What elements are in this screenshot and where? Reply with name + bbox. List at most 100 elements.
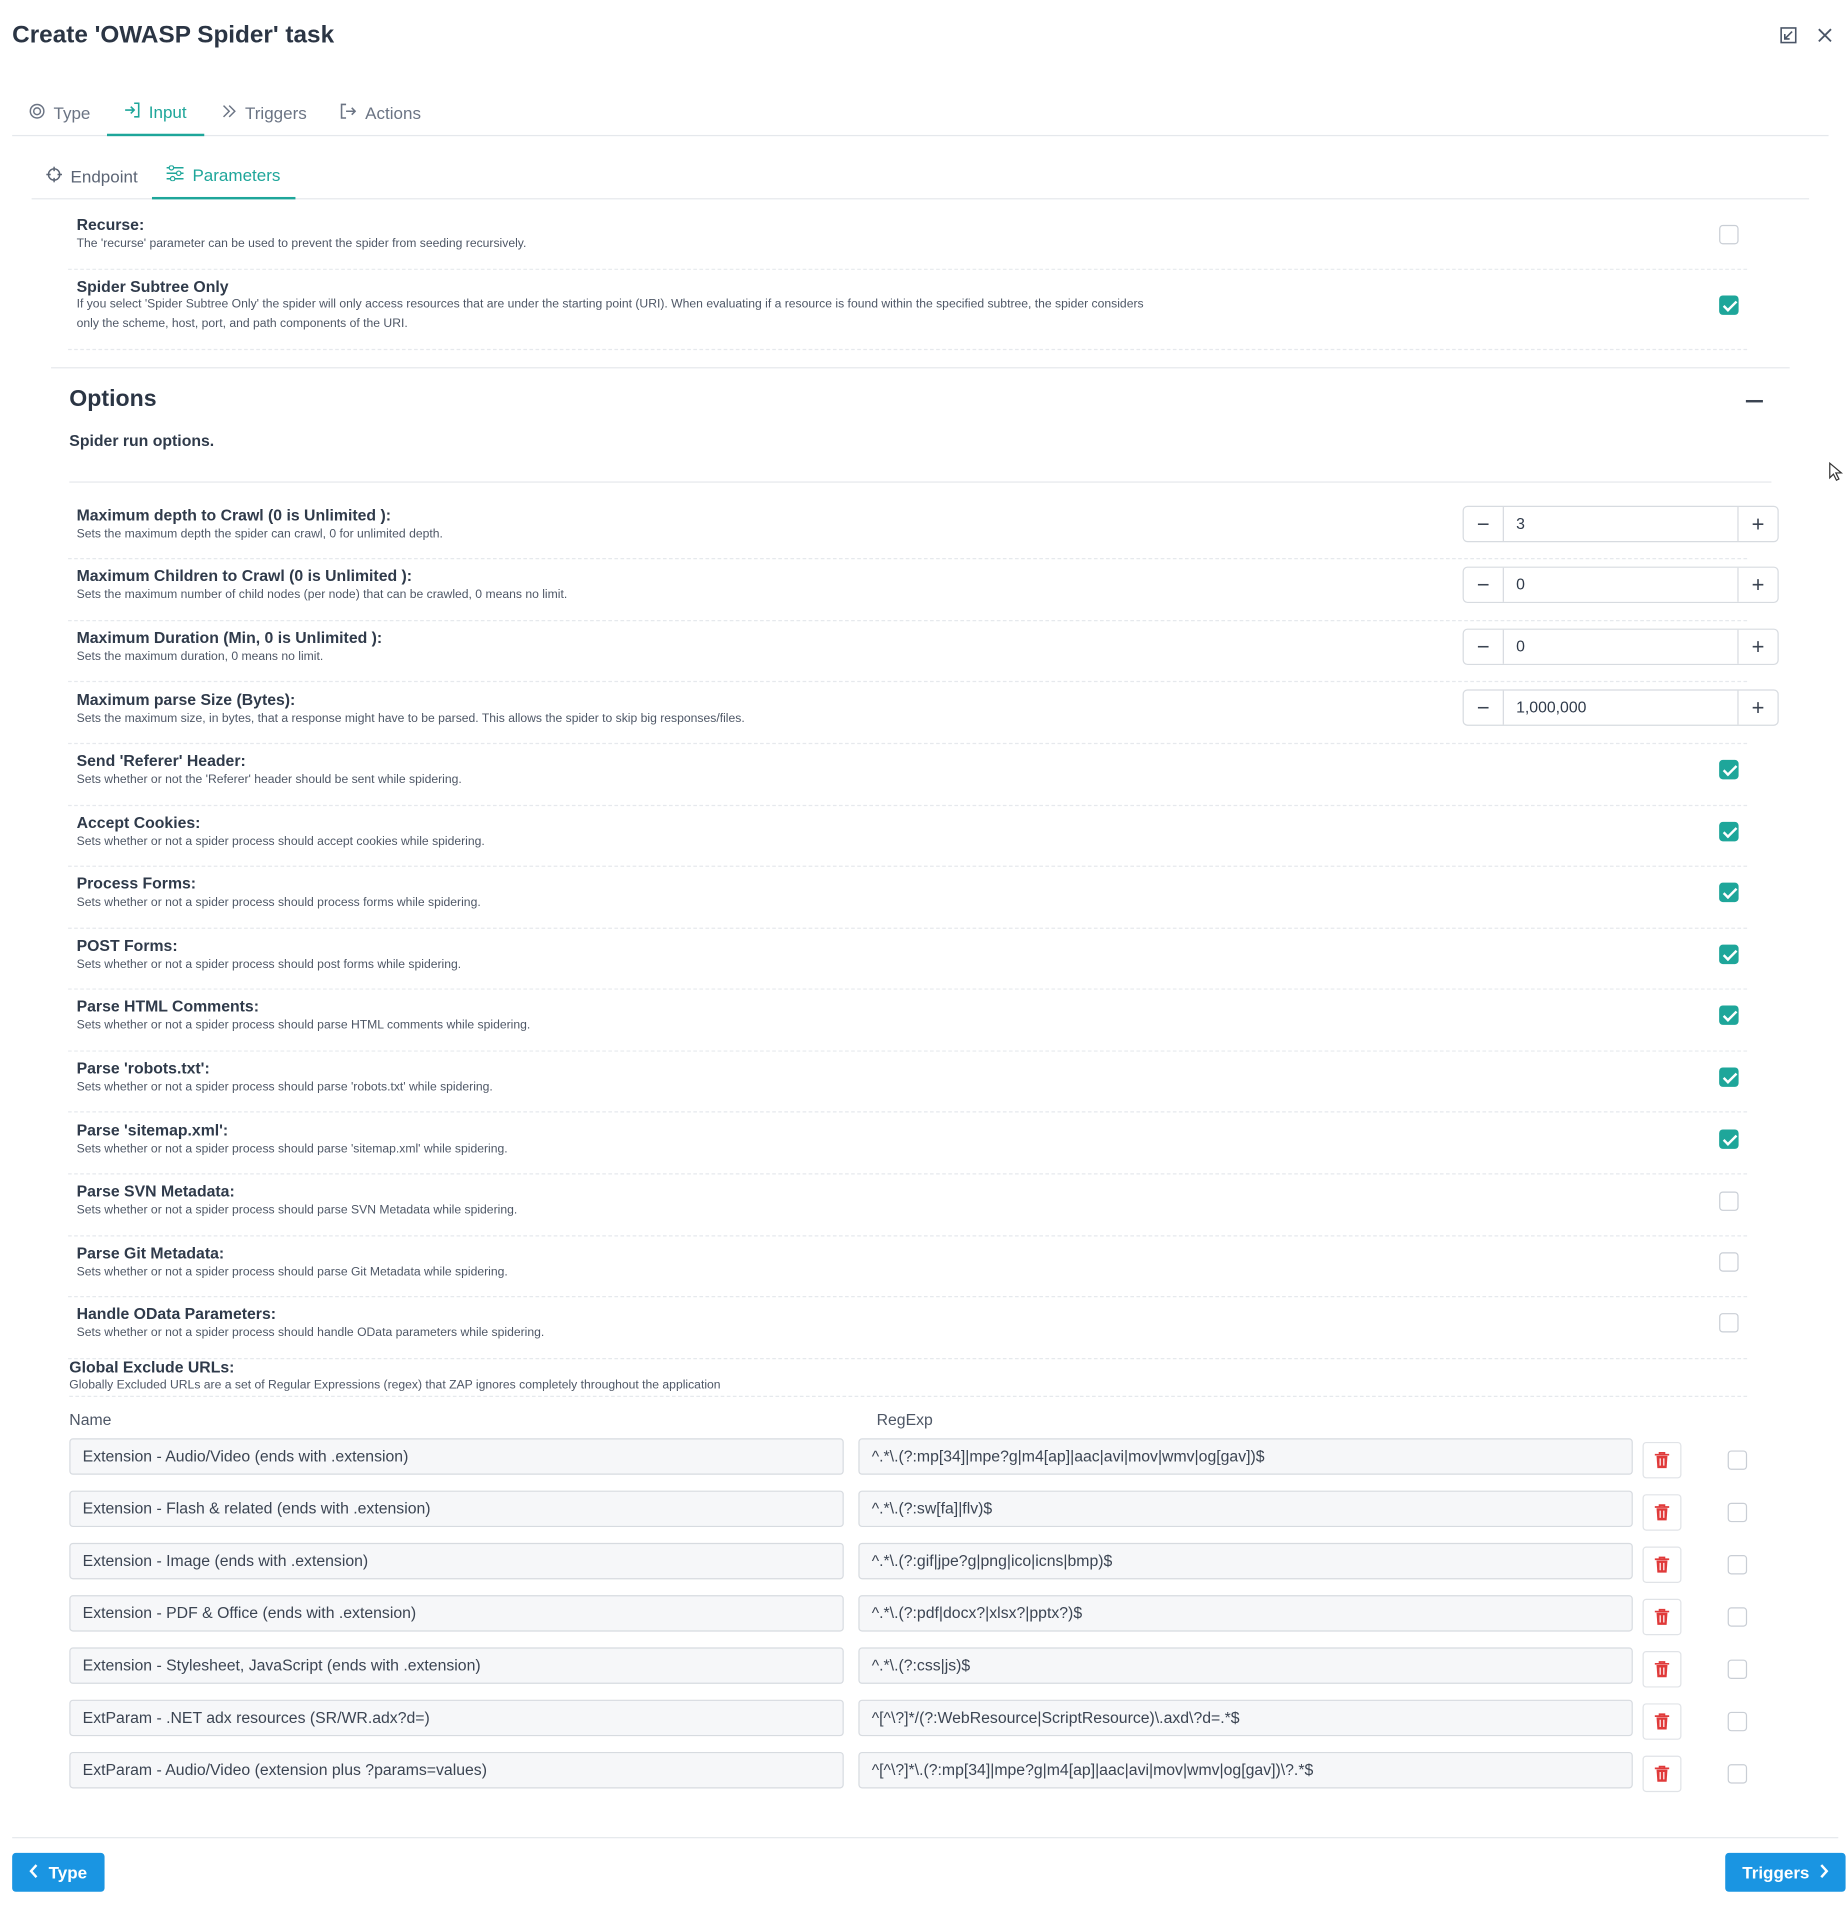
option-parse-git: Parse Git Metadata: Sets whether or not … (68, 1236, 1748, 1298)
option-description: Sets whether or not a spider process sho… (76, 1326, 545, 1340)
sign-in-icon (124, 102, 140, 121)
next-button-label: Triggers (1742, 1862, 1810, 1883)
exclude-regexp-input[interactable]: ^.*\.(?:pdf|docx?|xlsx?|pptx?)$ (858, 1595, 1633, 1632)
option-label: Accept Cookies: (76, 813, 201, 832)
tab-parameters[interactable]: Parameters (152, 153, 296, 200)
option-description: Sets whether or not a spider process sho… (76, 1142, 508, 1157)
sign-out-icon (341, 103, 357, 122)
param-recurse: Recurse: The 'recurse' parameter can be … (68, 209, 1748, 270)
exclude-regexp-input[interactable]: ^.*\.(?:css|js)$ (858, 1647, 1633, 1684)
exclude-row: Extension - Flash & related (ends with .… (69, 1490, 1771, 1531)
process-forms-checkbox[interactable] (1719, 882, 1739, 903)
exclude-row-checkbox[interactable] (1727, 1764, 1748, 1784)
delete-button[interactable] (1642, 1494, 1682, 1531)
parse-svn-checkbox[interactable] (1719, 1191, 1739, 1211)
trash-icon (1654, 1556, 1670, 1573)
chevron-left-icon (29, 1863, 39, 1882)
subtree-only-checkbox[interactable] (1719, 295, 1739, 315)
delete-button[interactable] (1642, 1651, 1682, 1688)
tab-triggers[interactable]: Triggers (204, 90, 324, 136)
exclude-name-input[interactable]: Extension - Flash & related (ends with .… (69, 1490, 844, 1528)
tab-label: Endpoint (70, 166, 138, 187)
tab-input[interactable]: Input (107, 90, 204, 137)
column-header-name: Name (69, 1410, 112, 1429)
exclude-row-checkbox[interactable] (1727, 1450, 1748, 1470)
parse-sitemap-checkbox[interactable] (1719, 1129, 1739, 1149)
trash-icon (1654, 1713, 1670, 1730)
footer-divider (12, 1837, 1839, 1839)
dialog-title: Create 'OWASP Spider' task (12, 21, 335, 49)
exclude-regexp-input[interactable]: ^[^\?]*/(?:WebResource|ScriptResource)\.… (858, 1699, 1633, 1737)
exclude-regexp-input[interactable]: ^.*\.(?:gif|jpe?g|png|ico|icns|bmp)$ (858, 1542, 1633, 1580)
option-label: Maximum Children to Crawl (0 is Unlimite… (76, 566, 413, 585)
decrement-button[interactable]: − (1464, 507, 1503, 541)
max-depth-input[interactable]: 3 (1502, 506, 1739, 542)
exclude-name-input[interactable]: ExtParam - .NET adx resources (SR/WR.adx… (69, 1699, 844, 1737)
exclude-regexp-input[interactable]: ^.*\.(?:mp[34]|mpe?g|m4[ap]|aac|avi|mov|… (858, 1438, 1633, 1475)
increment-button[interactable]: + (1739, 507, 1778, 541)
exclude-name-input[interactable]: ExtParam - Audio/Video (extension plus ?… (69, 1751, 844, 1789)
exclude-name-input[interactable]: Extension - Image (ends with .extension) (69, 1542, 844, 1580)
option-label: Parse 'robots.txt': (76, 1058, 210, 1078)
option-parse-robots: Parse 'robots.txt': Sets whether or not … (68, 1052, 1748, 1113)
parse-git-checkbox[interactable] (1719, 1252, 1739, 1272)
recurse-checkbox[interactable] (1719, 224, 1739, 245)
delete-button[interactable] (1642, 1441, 1682, 1479)
delete-button[interactable] (1642, 1703, 1682, 1740)
option-label: Maximum depth to Crawl (0 is Unlimited )… (76, 505, 391, 525)
max-duration-stepper: − 0 + (1462, 628, 1779, 666)
decrement-button[interactable]: − (1464, 568, 1503, 602)
increment-button[interactable]: + (1739, 691, 1778, 725)
exclude-row-checkbox[interactable] (1727, 1711, 1748, 1732)
exclude-regexp-input[interactable]: ^[^\?]*\.(?:mp[34]|mpe?g|m4[ap]|aac|avi|… (858, 1751, 1633, 1789)
option-description: Sets whether or not a spider process sho… (76, 1080, 493, 1095)
tab-type[interactable]: Type (12, 90, 107, 136)
parse-html-comments-checkbox[interactable] (1719, 1005, 1739, 1025)
options-title: Options (69, 386, 157, 413)
tab-endpoint[interactable]: Endpoint (32, 153, 153, 199)
increment-button[interactable]: + (1739, 630, 1778, 664)
collapse-icon[interactable] (1745, 399, 1763, 403)
back-button[interactable]: Type (12, 1852, 105, 1892)
tab-label: Parameters (192, 165, 281, 185)
post-forms-checkbox[interactable] (1719, 944, 1739, 965)
option-description: Sets the maximum size, in bytes, that a … (76, 712, 745, 726)
param-spider-subtree-only: Spider Subtree Only If you select 'Spide… (68, 270, 1748, 351)
option-description: Sets the maximum number of child nodes (… (76, 588, 568, 602)
exclude-row-checkbox[interactable] (1727, 1555, 1748, 1575)
next-button[interactable]: Triggers (1725, 1852, 1846, 1892)
decrement-button[interactable]: − (1464, 691, 1503, 725)
delete-button[interactable] (1642, 1546, 1682, 1583)
double-chevron-icon (221, 103, 237, 122)
option-parse-svn: Parse SVN Metadata: Sets whether or not … (68, 1174, 1748, 1237)
delete-button[interactable] (1642, 1598, 1682, 1636)
close-icon[interactable] (1816, 27, 1833, 44)
exclude-name-input[interactable]: Extension - Audio/Video (ends with .exte… (69, 1438, 844, 1475)
exclude-row-checkbox[interactable] (1727, 1502, 1748, 1523)
main-tabs: Type Input Triggers Actions (12, 90, 1829, 137)
option-label: Send 'Referer' Header: (76, 751, 246, 770)
restore-window-icon[interactable] (1780, 27, 1797, 44)
send-referer-checkbox[interactable] (1719, 759, 1739, 780)
option-description: Sets whether or not a spider process sho… (76, 896, 481, 910)
increment-button[interactable]: + (1739, 568, 1778, 602)
max-parse-size-input[interactable]: 1,000,000 (1502, 690, 1739, 725)
tab-actions[interactable]: Actions (324, 90, 438, 136)
decrement-button[interactable]: − (1464, 630, 1503, 664)
parse-robots-checkbox[interactable] (1719, 1067, 1739, 1087)
exclude-row-checkbox[interactable] (1727, 1659, 1748, 1680)
exclude-row-checkbox[interactable] (1727, 1607, 1748, 1627)
exclude-name-input[interactable]: Extension - Stylesheet, JavaScript (ends… (69, 1647, 844, 1684)
exclude-name-input[interactable]: Extension - PDF & Office (ends with .ext… (69, 1595, 844, 1632)
accept-cookies-checkbox[interactable] (1719, 821, 1739, 842)
tab-label: Input (148, 102, 187, 122)
delete-button[interactable] (1642, 1755, 1682, 1793)
max-duration-input[interactable]: 0 (1502, 629, 1739, 664)
handle-odata-checkbox[interactable] (1719, 1313, 1739, 1333)
trash-icon (1654, 1504, 1670, 1521)
option-label: Maximum Duration (Min, 0 is Unlimited ): (76, 628, 383, 647)
exclude-row: Extension - PDF & Office (ends with .ext… (69, 1595, 1771, 1636)
exclude-regexp-input[interactable]: ^.*\.(?:sw[fa]|flv)$ (858, 1490, 1633, 1528)
option-description: Sets whether or not a spider process sho… (76, 958, 462, 972)
max-children-input[interactable]: 0 (1502, 567, 1739, 602)
